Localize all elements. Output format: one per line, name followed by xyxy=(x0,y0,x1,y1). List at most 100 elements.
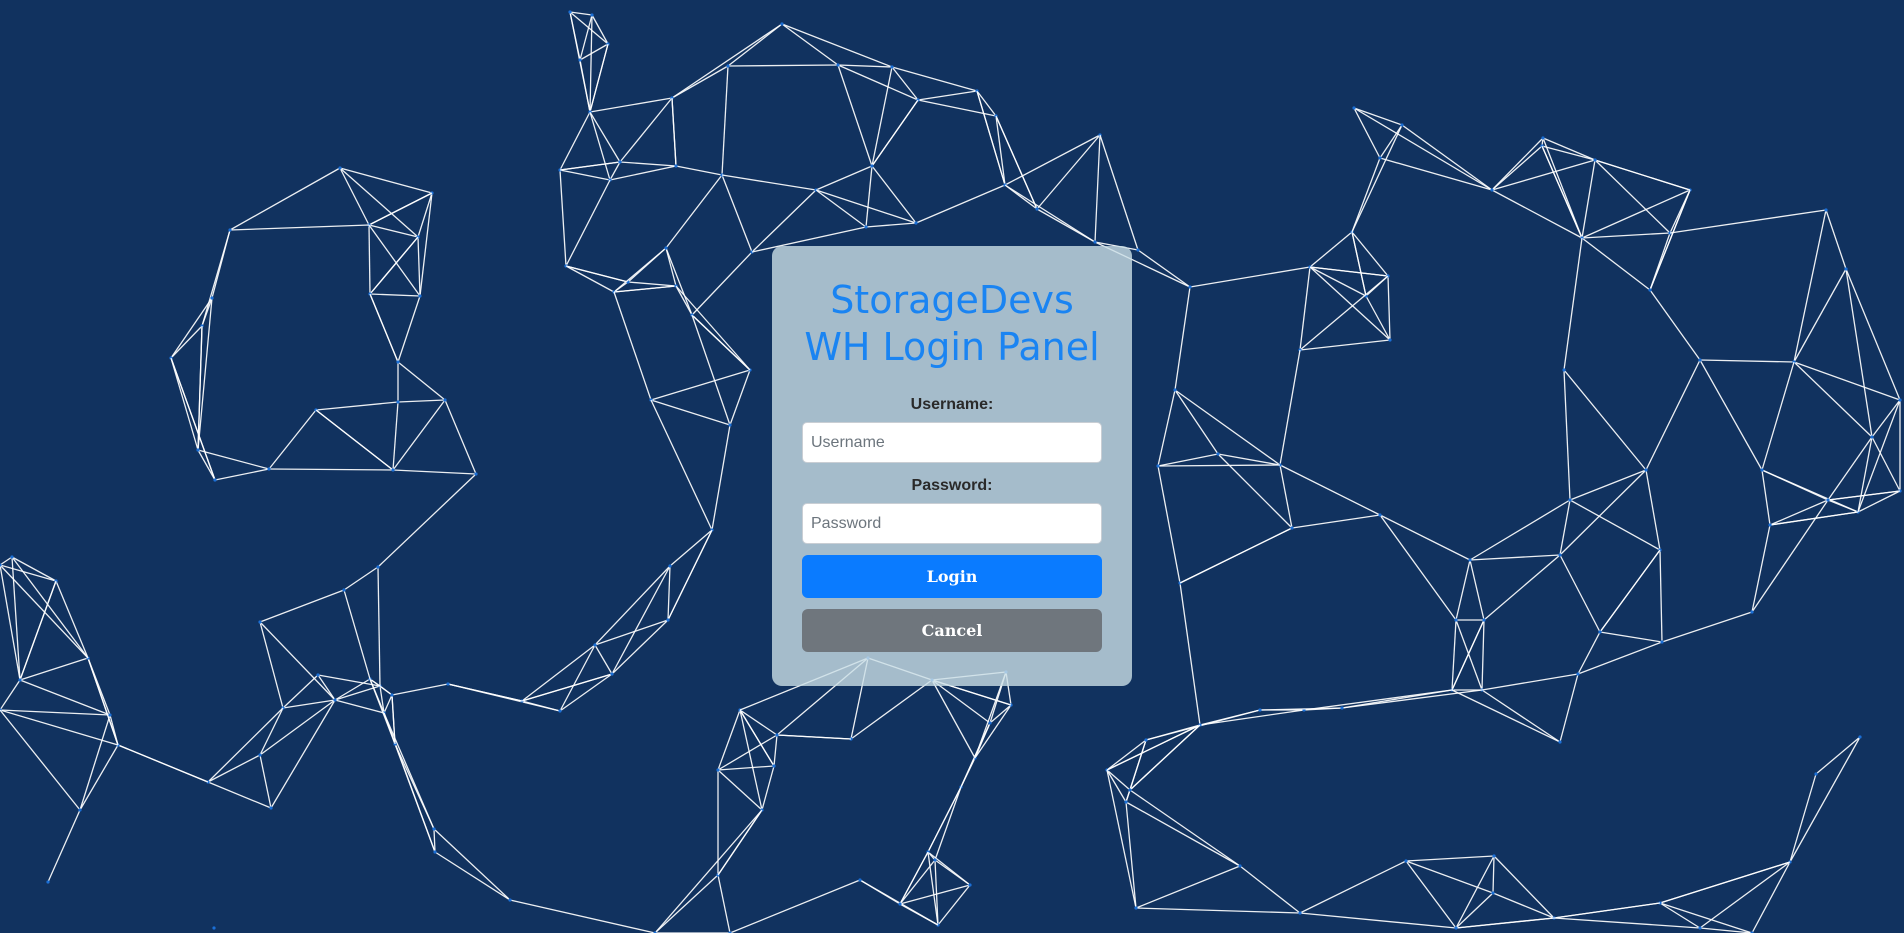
network-line xyxy=(667,529,713,621)
network-node xyxy=(258,620,262,624)
network-line xyxy=(214,468,270,481)
password-input[interactable] xyxy=(802,503,1102,544)
network-line xyxy=(1379,157,1493,191)
network-line xyxy=(1469,499,1571,561)
network-line xyxy=(1351,157,1381,233)
network-node xyxy=(1454,618,1458,622)
network-line xyxy=(675,165,723,176)
network-line xyxy=(1309,231,1353,268)
network-line xyxy=(1659,549,1663,643)
network-line xyxy=(79,714,111,811)
network-node xyxy=(578,58,582,62)
username-input[interactable] xyxy=(802,422,1102,463)
network-line xyxy=(1645,359,1701,471)
login-panel: StorageDevs WH Login Panel Username: Pas… xyxy=(772,246,1132,686)
network-node xyxy=(391,468,395,472)
network-node xyxy=(474,472,478,476)
network-line xyxy=(565,265,629,283)
network-line xyxy=(1299,339,1391,351)
network-line xyxy=(594,565,671,646)
network-line xyxy=(383,712,435,830)
network-node xyxy=(210,296,214,300)
network-node xyxy=(46,880,50,884)
network-line xyxy=(1135,907,1301,914)
network-line xyxy=(259,699,336,756)
network-line xyxy=(691,251,753,316)
network-line xyxy=(0,679,21,711)
network-line xyxy=(609,165,677,181)
network-line xyxy=(717,765,775,771)
network-line xyxy=(79,744,119,811)
network-node xyxy=(1173,388,1177,392)
network-line xyxy=(1699,359,1763,471)
network-line xyxy=(1106,739,1147,771)
network-line xyxy=(1659,902,1701,929)
network-line xyxy=(671,65,729,99)
network-line xyxy=(1365,295,1391,341)
network-line xyxy=(1405,860,1494,894)
network-node xyxy=(1124,800,1128,804)
network-line xyxy=(650,399,731,426)
network-node xyxy=(666,618,670,622)
cancel-button[interactable]: Cancel xyxy=(802,609,1102,652)
network-node xyxy=(212,926,216,930)
network-line xyxy=(937,884,971,926)
network-node xyxy=(1144,738,1148,742)
network-node xyxy=(1093,240,1097,244)
network-line xyxy=(447,683,523,702)
network-line xyxy=(761,765,775,811)
network-line xyxy=(1563,237,1583,371)
title-line-1: StorageDevs xyxy=(830,278,1074,322)
network-line xyxy=(369,293,399,363)
login-button[interactable]: Login xyxy=(802,555,1102,598)
network-line xyxy=(1455,619,1483,691)
network-node xyxy=(1660,640,1664,644)
network-node xyxy=(1870,435,1874,439)
network-node xyxy=(443,398,447,402)
network-line xyxy=(1845,268,1873,438)
network-node xyxy=(558,709,562,713)
network-node xyxy=(1824,208,1828,212)
network-node xyxy=(593,643,597,647)
network-line xyxy=(259,621,284,709)
network-line xyxy=(717,809,763,876)
network-line xyxy=(259,707,284,756)
network-line xyxy=(727,64,839,67)
network-line xyxy=(1599,549,1661,633)
network-line xyxy=(1405,860,1457,929)
network-line xyxy=(1135,865,1241,909)
network-line xyxy=(1279,349,1301,466)
network-node xyxy=(1388,338,1392,342)
network-line xyxy=(1004,134,1101,186)
network-line xyxy=(1492,855,1495,894)
network-node xyxy=(1128,788,1132,792)
network-line xyxy=(859,879,939,926)
network-node xyxy=(728,423,732,427)
network-line xyxy=(207,707,284,783)
network-line xyxy=(11,556,89,659)
network-line xyxy=(343,589,371,680)
network-node xyxy=(898,902,902,906)
network-line xyxy=(711,424,731,531)
network-line xyxy=(1793,361,1873,438)
network-line xyxy=(654,809,763,933)
network-line xyxy=(1577,641,1663,675)
network-line xyxy=(368,192,433,226)
network-line xyxy=(1645,469,1661,551)
network-line xyxy=(1174,286,1191,391)
network-line xyxy=(865,165,873,228)
network-line xyxy=(1699,861,1791,929)
network-line xyxy=(1179,527,1293,584)
network-node xyxy=(1188,285,1192,289)
network-line xyxy=(721,65,729,176)
network-line xyxy=(392,469,477,475)
network-node xyxy=(1454,926,1458,930)
network-line xyxy=(55,580,89,659)
network-line xyxy=(397,361,446,401)
network-node xyxy=(1490,188,1494,192)
network-line xyxy=(334,699,385,714)
network-line xyxy=(1125,801,1241,867)
network-node xyxy=(196,448,200,452)
network-line xyxy=(589,43,609,113)
network-node xyxy=(269,806,273,810)
